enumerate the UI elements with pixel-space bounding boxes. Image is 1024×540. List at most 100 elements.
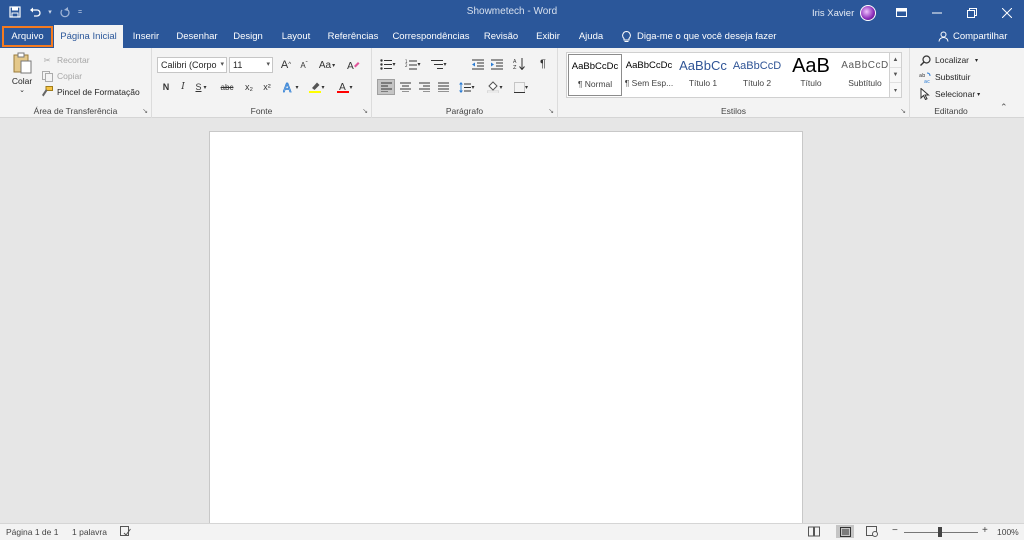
word-count[interactable]: 1 palavra: [72, 527, 107, 537]
increase-indent-icon: [491, 59, 503, 69]
proofing-icon[interactable]: [120, 526, 131, 539]
style-sample: AaBbCcD: [841, 60, 889, 71]
web-layout-icon[interactable]: [866, 526, 878, 539]
pilcrow-icon: ¶: [540, 58, 546, 70]
customize-qat-icon[interactable]: =: [76, 9, 84, 16]
dialog-launcher-icon[interactable]: ↘: [900, 107, 906, 115]
style-normal[interactable]: AaBbCcDc ¶ Normal: [568, 54, 622, 96]
bullets-button[interactable]: ▾: [377, 56, 399, 72]
save-icon[interactable]: [6, 3, 24, 21]
tab-help[interactable]: Ajuda: [572, 25, 610, 48]
user-account[interactable]: Iris Xavier: [812, 5, 877, 21]
undo-icon[interactable]: [26, 3, 44, 21]
more-styles-icon[interactable]: ▾: [890, 83, 901, 97]
tab-design[interactable]: Design: [227, 25, 269, 48]
shrink-font-button[interactable]: Aˇ: [295, 57, 313, 73]
zoom-slider-thumb[interactable]: [938, 527, 942, 537]
share-button[interactable]: Compartilhar: [938, 25, 1007, 48]
decrease-indent-icon: [472, 59, 484, 69]
align-left-button[interactable]: [377, 79, 395, 95]
tab-review[interactable]: Revisão: [478, 25, 524, 48]
close-icon[interactable]: [989, 0, 1024, 25]
grow-font-button[interactable]: A ^: [277, 57, 295, 73]
change-case-button[interactable]: Aa ▾: [315, 57, 339, 73]
tab-home[interactable]: Página Inicial: [54, 25, 123, 48]
ribbon-display-options-icon[interactable]: [884, 0, 919, 25]
text-effects-button[interactable]: A ▾: [280, 79, 302, 95]
superscript-button[interactable]: x²: [258, 79, 276, 95]
font-family-select[interactable]: Calibri (Corpo ▾: [157, 57, 227, 73]
italic-button[interactable]: I: [174, 79, 192, 95]
underline-icon: S: [195, 82, 202, 92]
numbering-button[interactable]: 12 ▾: [402, 56, 424, 72]
zoom-in-icon[interactable]: +: [982, 525, 988, 536]
collapse-ribbon-icon[interactable]: ⌃: [1000, 102, 1008, 113]
subscript-button[interactable]: x₂: [240, 79, 258, 95]
select-label: Selecionar: [935, 89, 976, 99]
replace-icon: ab ac: [918, 70, 932, 84]
page-count[interactable]: Página 1 de 1: [6, 527, 58, 537]
dialog-launcher-icon[interactable]: ↘: [548, 107, 554, 115]
document-area: [0, 118, 1024, 523]
cut-button[interactable]: ✂ Recortar: [40, 53, 89, 67]
justify-button[interactable]: [434, 79, 452, 95]
tab-references[interactable]: Referências: [322, 25, 384, 48]
tab-insert[interactable]: Inserir: [126, 25, 166, 48]
replace-button[interactable]: ab ac Substituir: [918, 70, 970, 84]
select-button[interactable]: Selecionar ▾: [918, 87, 980, 101]
font-size-select[interactable]: 11 ▾: [229, 57, 273, 73]
align-right-button[interactable]: [415, 79, 433, 95]
borders-button[interactable]: ▾: [510, 79, 532, 95]
tab-mailings[interactable]: Correspondências: [388, 25, 474, 48]
strikethrough-button[interactable]: abc: [216, 79, 238, 95]
paste-button[interactable]: Colar ⌄: [6, 52, 38, 94]
underline-button[interactable]: S ▾: [192, 79, 210, 95]
document-page[interactable]: [209, 131, 803, 523]
style-no-spacing[interactable]: AaBbCcDc ¶ Sem Esp...: [622, 54, 676, 96]
increase-indent-button[interactable]: [488, 56, 506, 72]
style-subtitle[interactable]: AaBbCcD Subtítulo: [838, 54, 892, 96]
read-mode-icon[interactable]: [808, 526, 820, 539]
restore-icon[interactable]: [954, 0, 989, 25]
minimize-icon[interactable]: [919, 0, 954, 25]
align-center-button[interactable]: [396, 79, 414, 95]
clear-formatting-icon: A: [347, 61, 359, 71]
find-button[interactable]: Localizar ▾: [918, 53, 978, 67]
title-bar: ▾ = Showmetech - Word Iris Xavier: [0, 0, 1024, 25]
scroll-down-icon[interactable]: ▼: [890, 68, 901, 83]
tab-draw[interactable]: Desenhar: [170, 25, 224, 48]
clear-formatting-button[interactable]: A: [344, 57, 362, 73]
align-center-icon: [399, 82, 411, 92]
sort-icon: AZ: [513, 58, 525, 70]
print-layout-icon[interactable]: [836, 525, 854, 538]
style-title[interactable]: AaB Título: [784, 54, 838, 96]
zoom-out-icon[interactable]: −: [892, 525, 898, 536]
tab-layout[interactable]: Layout: [274, 25, 318, 48]
style-heading-1[interactable]: AaBbCc Título 1: [676, 54, 730, 96]
style-heading-2[interactable]: AaBbCcD Título 2: [730, 54, 784, 96]
shading-button[interactable]: ▾: [484, 79, 506, 95]
copy-button[interactable]: Copiar: [40, 69, 82, 83]
highlight-color-button[interactable]: ▾: [306, 79, 328, 95]
zoom-level[interactable]: 100%: [997, 527, 1019, 537]
bold-button[interactable]: N: [157, 79, 175, 95]
format-painter-button[interactable]: Pincel de Formatação: [40, 85, 140, 99]
style-sample: AaBbCcD: [732, 60, 782, 72]
multilevel-list-button[interactable]: ▾: [428, 56, 450, 72]
dialog-launcher-icon[interactable]: ↘: [142, 107, 148, 115]
sort-button[interactable]: AZ: [510, 56, 528, 72]
line-spacing-button[interactable]: ▾: [456, 79, 478, 95]
font-color-button[interactable]: A ▾: [334, 79, 356, 95]
tab-view[interactable]: Exibir: [528, 25, 568, 48]
undo-dropdown-icon[interactable]: ▾: [46, 8, 54, 16]
tab-file[interactable]: Arquivo: [2, 26, 53, 47]
scroll-up-icon[interactable]: ▲: [890, 53, 901, 68]
status-bar: Página 1 de 1 1 palavra − + 100%: [0, 523, 1024, 540]
style-name: ¶ Sem Esp...: [624, 78, 674, 88]
dialog-launcher-icon[interactable]: ↘: [362, 107, 368, 115]
tell-me-search[interactable]: Diga-me o que você deseja fazer: [622, 25, 776, 48]
show-formatting-marks-button[interactable]: ¶: [534, 56, 552, 72]
person-icon: [938, 31, 949, 42]
decrease-indent-button[interactable]: [469, 56, 487, 72]
redo-icon[interactable]: [56, 3, 74, 21]
